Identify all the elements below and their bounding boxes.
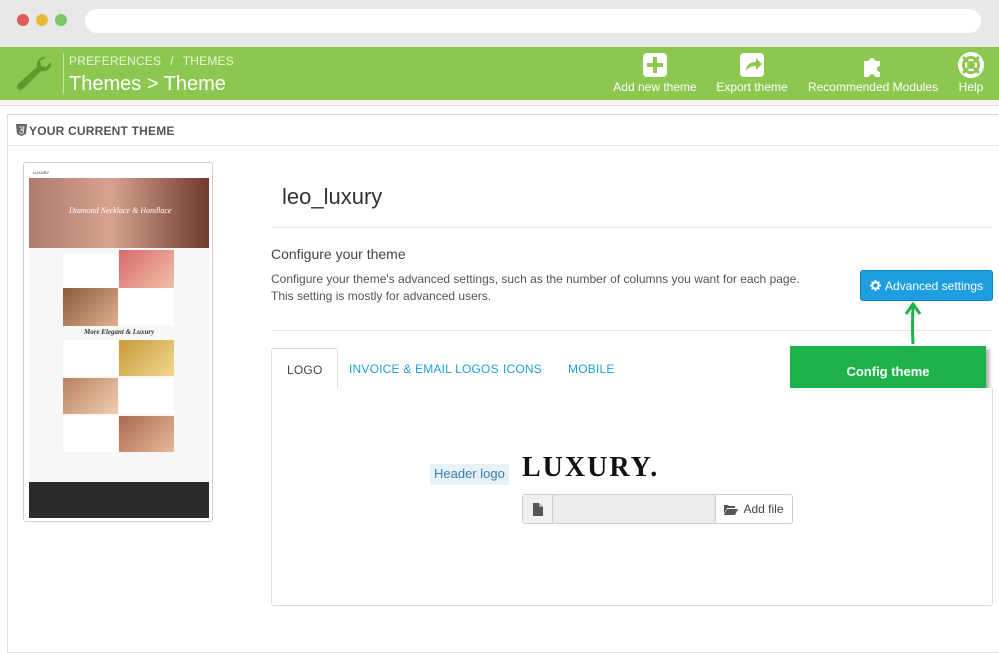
header-logo-image: LUXURY. <box>522 452 660 483</box>
breadcrumb-separator: / <box>170 54 174 68</box>
divider <box>271 330 993 331</box>
advanced-settings-label: Advanced settings <box>884 278 984 293</box>
plus-icon <box>643 53 667 77</box>
breadcrumb-preferences[interactable]: PREFERENCES <box>69 54 161 68</box>
breadcrumb: PREFERENCES / THEMES <box>69 54 234 68</box>
add-new-theme-button[interactable]: Add new theme <box>610 52 700 96</box>
logo-file-upload: Add file <box>522 494 793 524</box>
panel-heading-text: YOUR CURRENT THEME <box>29 124 175 138</box>
divider <box>271 227 993 228</box>
theme-tabs: LOGO INVOICE & EMAIL LOGOS ICONS MOBILE <box>271 348 993 390</box>
preview-photo <box>119 340 174 376</box>
preview-block <box>63 416 118 452</box>
theme-preview-image: LUXURY Diamond Necklace & Handlace More … <box>29 168 209 518</box>
preview-photo <box>119 416 174 452</box>
add-file-button[interactable]: Add file <box>716 495 792 523</box>
header-logo-label: Header logo <box>430 464 509 485</box>
lifebuoy-icon <box>958 52 984 78</box>
preview-block <box>63 340 118 376</box>
add-file-label: Add file <box>743 502 784 516</box>
preview-mid-title: More Elegant & Luxury <box>84 328 155 336</box>
advanced-settings-button[interactable]: Advanced settings <box>860 270 993 301</box>
browser-chrome <box>0 0 999 47</box>
preview-block <box>119 288 174 326</box>
window-close-dot[interactable] <box>17 14 29 26</box>
preview-photo <box>63 378 118 414</box>
tab-logo[interactable]: LOGO <box>271 348 339 390</box>
panel-heading: YOUR CURRENT THEME <box>7 114 999 146</box>
header-strip <box>0 100 999 106</box>
export-icon <box>740 53 764 77</box>
file-icon <box>532 502 543 516</box>
preview-block <box>119 378 174 414</box>
tab-invoice-email-logos[interactable]: INVOICE & EMAIL LOGOS <box>334 348 514 389</box>
preview-topbar: LUXURY <box>29 168 209 178</box>
configure-theme-description-line-2: This setting is mostly for advanced user… <box>271 289 492 303</box>
help-label: Help <box>958 80 984 94</box>
page-title: Themes > Theme <box>69 73 226 95</box>
arrow-up-icon <box>904 302 922 345</box>
gear-icon <box>869 280 881 291</box>
tab-icons[interactable]: ICONS <box>488 348 557 389</box>
theme-preview[interactable]: LUXURY Diamond Necklace & Handlace More … <box>23 162 213 522</box>
configure-theme-description-line-1: Configure your theme's advanced settings… <box>271 272 800 286</box>
preview-block <box>63 253 118 293</box>
preview-photo <box>63 288 118 326</box>
file-name-input[interactable] <box>553 495 716 523</box>
export-theme-label: Export theme <box>716 80 788 94</box>
recommended-modules-label: Recommended Modules <box>807 80 939 94</box>
puzzle-icon <box>864 58 880 77</box>
configure-theme-description: Configure your theme's advanced settings… <box>271 271 841 305</box>
wrench-icon <box>16 56 52 91</box>
export-theme-button[interactable]: Export theme <box>712 52 792 96</box>
recommended-modules-button[interactable]: Recommended Modules <box>803 52 943 96</box>
preview-hero-text: Diamond Necklace & Handlace <box>69 206 172 215</box>
preview-logo-small: LUXURY <box>33 170 50 175</box>
configure-theme-title: Configure your theme <box>271 246 406 262</box>
help-button[interactable]: Help <box>953 52 989 96</box>
address-bar[interactable] <box>85 9 981 33</box>
breadcrumb-themes[interactable]: THEMES <box>183 54 234 68</box>
tab-mobile[interactable]: MOBILE <box>553 348 630 389</box>
add-new-theme-label: Add new theme <box>613 80 697 94</box>
folder-open-icon <box>724 504 739 515</box>
window-minimize-dot[interactable] <box>36 14 48 26</box>
header-divider <box>63 53 64 94</box>
html5-icon <box>16 124 27 136</box>
preview-photo <box>119 250 174 288</box>
preview-footer <box>29 482 209 518</box>
theme-name: leo_luxury <box>282 184 383 209</box>
window-maximize-dot[interactable] <box>55 14 67 26</box>
file-addon <box>523 495 553 523</box>
